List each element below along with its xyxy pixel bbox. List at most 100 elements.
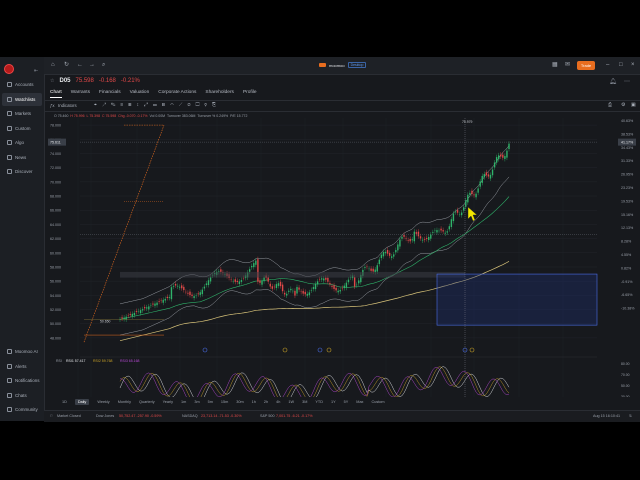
mail-icon[interactable]: ✉ [565,62,570,68]
tab-profile[interactable]: Profile [243,90,257,98]
sidebar-item-accounts[interactable]: Accounts [2,78,42,91]
candle-body [493,162,496,168]
candle-body [384,251,387,254]
maximize-icon[interactable]: □ [619,62,623,68]
sidebar-item-discover[interactable]: Discover [2,165,42,178]
forward-icon[interactable]: → [89,62,95,68]
camera-icon[interactable]: ⎙ [608,102,612,108]
layout-icon[interactable]: ▣ [631,102,636,108]
user-avatar[interactable] [4,64,14,74]
tab-shareholders[interactable]: Shareholders [205,90,234,98]
candle-body [477,188,479,193]
settings-icon[interactable]: ⚙ [621,102,625,108]
candle-body [436,230,438,233]
sidebar-item-notifications[interactable]: Notifications [2,374,42,387]
sidebar-item-news[interactable]: News [2,151,42,164]
candle-body [286,293,288,296]
candle-body [308,292,311,296]
sidebar-item-custom[interactable]: Custom [2,122,42,135]
symbol-tabs: Chart Warrants Financials Valuation Corporat… [50,90,257,98]
candle-body [413,231,416,242]
sidebar-item-alerts[interactable]: Alerts [2,360,42,373]
minimize-icon[interactable]: – [606,62,609,68]
timeframe-5m[interactable]: 5m [208,400,213,404]
home-icon[interactable]: ⌂ [51,62,55,68]
pct-tick-label: 23.23% [621,186,634,190]
timeframe-1d[interactable]: 1D [62,400,67,404]
candle-body [390,256,393,258]
timeframe-15m[interactable]: 15m [221,400,228,404]
mouse-cursor-icon [467,206,478,222]
tab-corporate-actions[interactable]: Corporate Actions [158,90,196,98]
candle-body [162,299,164,303]
timeframe-ytd[interactable]: YTD [315,400,323,404]
candle-body [201,289,204,295]
candle-body [411,239,413,241]
timeframe-monthly[interactable]: Monthly [118,400,131,404]
timeframe-30m[interactable]: 30m [236,400,243,404]
candle-body [209,277,212,282]
index-sp-value: 7,001.75 -6.21 -0.17% [276,414,313,418]
timeframe-daily[interactable]: Daily [74,399,90,405]
search-icon[interactable]: ⌕ [102,62,105,68]
close-icon[interactable]: × [631,62,635,68]
timeframe-3m[interactable]: 3m [194,400,199,404]
event-marker-icon [469,347,475,353]
drawing-tools[interactable]: ⌖↗✎≡⊞↕⤢▭⊟⌒⟋⊘☐⚲⎘ [94,102,221,108]
wallet-icon [7,82,12,87]
tab-chart[interactable]: Chart [50,90,62,98]
candle-body [504,156,506,159]
candle-body [306,293,308,296]
candle-body [448,226,451,230]
refresh-icon[interactable]: ↻ [64,62,69,68]
candle-body [428,236,430,241]
tab-financials[interactable]: Financials [99,90,121,98]
timeframe-max[interactable]: Max [356,400,363,404]
grid-view-icon[interactable]: ▦ [552,62,558,68]
sidebar-item-chats[interactable]: Chats [2,389,42,402]
timeframe-1m[interactable]: 1m [181,400,186,404]
indicators-icon[interactable]: ƒx [50,103,55,108]
trade-button[interactable]: Trade [577,61,595,70]
timeframe-5y[interactable]: 5Y [344,400,349,404]
favorite-icon[interactable]: ☆ [50,78,54,84]
candle-body [358,280,360,284]
collapse-sidebar-icon[interactable]: ⇤ [34,68,38,74]
back-icon[interactable]: ← [77,62,83,68]
news-icon [7,154,12,160]
candle-body [382,251,385,257]
timeframe-1w[interactable]: 1W [288,400,294,404]
candle-body [380,254,383,259]
timeframe-4h[interactable]: 4h [276,400,280,404]
more-icon[interactable]: ⋯ [624,78,630,85]
sidebar-item-community[interactable]: Community [2,403,42,416]
timeframe-1h[interactable]: 1h [252,400,256,404]
price-chart[interactable]: 78.00076.00074.00072.00070.00068.00066.0… [44,111,640,397]
candle-body [467,194,469,203]
tab-warrants[interactable]: Warrants [71,90,90,98]
candle-body [199,292,201,295]
candle-body [197,293,199,295]
sidebar-item-markets[interactable]: Markets [2,107,42,120]
candle-body [203,286,206,289]
timeframe-1y[interactable]: 1Y [331,400,336,404]
timeframe-3m[interactable]: 3M [302,400,307,404]
sidebar-item-algo[interactable]: Algo [2,136,42,149]
timeframe-2h[interactable]: 2h [264,400,268,404]
symbol-header: ☆ D05 75.598 -0.168 -0.21% [50,78,140,84]
timeframe-quarterly[interactable]: Quarterly [139,400,155,404]
timeframe-weekly[interactable]: Weekly [97,400,109,404]
timeframe-yearly[interactable]: Yearly [163,400,173,404]
index-dow-label[interactable]: Dow Jones [96,414,114,418]
timeframe-custom[interactable]: Custom [371,400,384,404]
indicators-button[interactable]: Indicators [58,103,77,108]
index-sp-label[interactable]: S&P 500 [260,414,275,418]
index-nasdaq-label[interactable]: NASDAQ [182,414,198,418]
sidebar-item-watchlists[interactable]: Watchlists [2,92,42,106]
candle-body [329,282,331,285]
tab-valuation[interactable]: Valuation [130,90,150,98]
sidebar-item-moomoo-ai[interactable]: Moomoo AI [2,345,42,358]
event-marker-icon [326,347,332,353]
candle-body [452,213,455,222]
bell-icon[interactable]: 🔔︎ [609,78,617,85]
